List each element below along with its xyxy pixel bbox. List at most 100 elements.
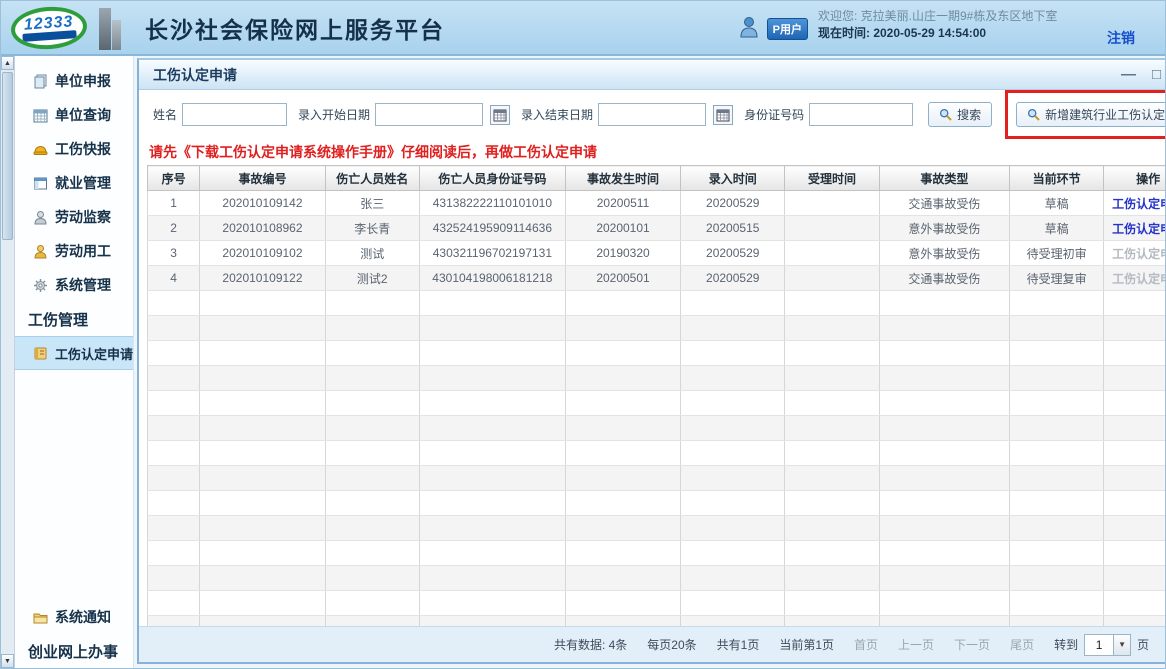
calendar-icon <box>32 107 48 123</box>
sidebar-scrollbar[interactable]: ▲ ▼ <box>1 56 15 668</box>
scrollbar-thumb[interactable] <box>2 72 13 240</box>
header-user-area: P用户 欢迎您: 克拉美丽.山庄一期9#栋及东区地下室 现在时间: 2020-0… <box>739 8 1165 48</box>
empty-table-row <box>148 441 1166 466</box>
end-date-input[interactable] <box>598 103 706 126</box>
sidebar-item-injury-apply[interactable]: 工伤认定申请 <box>15 336 133 370</box>
cell-accident_no: 202010109122 <box>200 266 325 291</box>
injury-apply-link: 工伤认定申请 <box>1112 272 1166 286</box>
table-row: 2202010108962李长青432524195909114636202001… <box>148 216 1166 241</box>
cell-accident_type: 意外事故受伤 <box>879 216 1010 241</box>
table-row: 3202010109102测试4303211967021971312019032… <box>148 241 1166 266</box>
sidebar-item-label: 劳动监察 <box>55 207 111 227</box>
start-date-calendar-icon[interactable] <box>490 105 510 125</box>
window-controls: — □ X <box>1121 67 1166 82</box>
book-icon <box>32 345 48 361</box>
sidebar-item-label: 系统管理 <box>55 275 111 295</box>
empty-table-row <box>148 391 1166 416</box>
cell-accident_type: 意外事故受伤 <box>879 241 1010 266</box>
sidebar-item-label: 单位查询 <box>55 105 111 125</box>
sidebar-item-labor-supervision[interactable]: 劳动监察 <box>15 200 133 234</box>
sidebar-item-labor-employment[interactable]: 劳动用工 <box>15 234 133 268</box>
documents-icon <box>32 73 48 89</box>
table-row: 4202010109122测试2430104198006181218202005… <box>148 266 1166 291</box>
cell-accident_no: 202010109142 <box>200 191 325 216</box>
site-title: 长沙社会保险网上服务平台 <box>145 11 445 45</box>
gear-icon <box>32 277 48 293</box>
goto-page-control: 转到 1 ▼ 页 <box>1054 634 1149 656</box>
annotation-red-box: 新增建筑行业工伤认定 <box>1005 90 1166 139</box>
injury-apply-panel: 工伤认定申请 — □ X 姓名 录入开始日期 录入结束日期 <box>137 58 1166 664</box>
cell-action: 工伤认定申请 <box>1104 216 1166 241</box>
empty-table-row <box>148 416 1166 441</box>
last-page-link: 尾页 <box>1010 636 1034 653</box>
end-date-label: 录入结束日期 <box>521 106 593 123</box>
scroll-up-icon[interactable]: ▲ <box>1 56 14 70</box>
empty-table-row <box>148 541 1166 566</box>
main-area: 工伤认定申请 — □ X 姓名 录入开始日期 录入结束日期 <box>134 56 1166 668</box>
cell-seq: 1 <box>148 191 200 216</box>
cell-name: 张三 <box>325 191 419 216</box>
scroll-down-icon[interactable]: ▼ <box>1 654 14 668</box>
start-date-input[interactable] <box>375 103 483 126</box>
name-label: 姓名 <box>153 106 177 123</box>
search-icon <box>1027 108 1040 121</box>
empty-table-row <box>148 491 1166 516</box>
cell-stage: 草稿 <box>1010 216 1104 241</box>
cell-stage: 待受理复审 <box>1010 266 1104 291</box>
empty-table-row <box>148 466 1166 491</box>
cell-name: 李长青 <box>325 216 419 241</box>
user-icon <box>739 16 759 38</box>
cell-action: 工伤认定申请 <box>1104 241 1166 266</box>
cell-id_no: 432524195909114636 <box>419 216 565 241</box>
column-header: 当前环节 <box>1010 166 1104 191</box>
welcome-block: 欢迎您: 克拉美丽.山庄一期9#栋及东区地下室 现在时间: 2020-05-29… <box>818 8 1073 43</box>
sidebar-item-injury-bulletin[interactable]: 工伤快报 <box>15 132 133 166</box>
sidebar-item-startup-online[interactable]: 创业网上办事 <box>15 634 133 668</box>
first-page-link: 首页 <box>854 636 878 653</box>
sidebar-item-label: 工伤认定申请 <box>55 344 133 363</box>
cell-accident_date: 20200511 <box>566 191 681 216</box>
maximize-icon[interactable]: □ <box>1152 67 1161 82</box>
injury-apply-link[interactable]: 工伤认定申请 <box>1112 222 1166 236</box>
cell-accident_date: 20200501 <box>566 266 681 291</box>
injury-apply-link[interactable]: 工伤认定申请 <box>1112 197 1166 211</box>
empty-table-row <box>148 291 1166 316</box>
cell-accept_date <box>785 241 879 266</box>
logout-link[interactable]: 注销 <box>1107 28 1135 48</box>
empty-table-row <box>148 616 1166 627</box>
sidebar-item-unit-declare[interactable]: 单位申报 <box>15 64 133 98</box>
cell-accident_type: 交通事故受伤 <box>879 266 1010 291</box>
empty-table-row <box>148 566 1166 591</box>
worker-icon <box>32 243 48 259</box>
cell-entry_date: 20200529 <box>680 191 785 216</box>
end-date-calendar-icon[interactable] <box>713 105 733 125</box>
total-pages: 共有1页 <box>717 636 760 653</box>
goto-label: 转到 <box>1054 636 1078 653</box>
empty-table-row <box>148 341 1166 366</box>
search-button[interactable]: 搜索 <box>928 102 992 127</box>
goto-page-input[interactable]: 1 <box>1084 634 1114 656</box>
cell-name: 测试 <box>325 241 419 266</box>
app-window: 12333 长沙社会保险网上服务平台 P用户 欢迎您: 克拉美丽.山庄一期9#栋… <box>0 0 1166 669</box>
add-construction-injury-button[interactable]: 新增建筑行业工伤认定 <box>1016 102 1166 127</box>
table-header-row: 序号事故编号伤亡人员姓名伤亡人员身份证号码事故发生时间录入时间受理时间事故类型当… <box>148 166 1166 191</box>
folder-icon <box>32 609 48 625</box>
goto-dropdown-icon[interactable]: ▼ <box>1114 634 1131 656</box>
sidebar-item-label: 就业管理 <box>55 173 111 193</box>
sidebar-item-system-notice[interactable]: 系统通知 <box>15 600 133 634</box>
id-number-label: 身份证号码 <box>744 106 804 123</box>
column-header: 伤亡人员身份证号码 <box>419 166 565 191</box>
sidebar-item-injury-mgmt[interactable]: 工伤管理 <box>15 302 133 336</box>
column-header: 录入时间 <box>680 166 785 191</box>
id-number-input[interactable] <box>809 103 913 126</box>
column-header: 事故发生时间 <box>566 166 681 191</box>
name-input[interactable] <box>182 103 287 126</box>
minimize-icon[interactable]: — <box>1121 67 1136 82</box>
sidebar-item-employment-mgmt[interactable]: 就业管理 <box>15 166 133 200</box>
table-row: 1202010109142张三4313822221101010102020051… <box>148 191 1166 216</box>
sidebar-item-unit-query[interactable]: 单位查询 <box>15 98 133 132</box>
sidebar-item-system-mgmt[interactable]: 系统管理 <box>15 268 133 302</box>
column-header: 事故编号 <box>200 166 325 191</box>
empty-table-row <box>148 516 1166 541</box>
cell-seq: 3 <box>148 241 200 266</box>
